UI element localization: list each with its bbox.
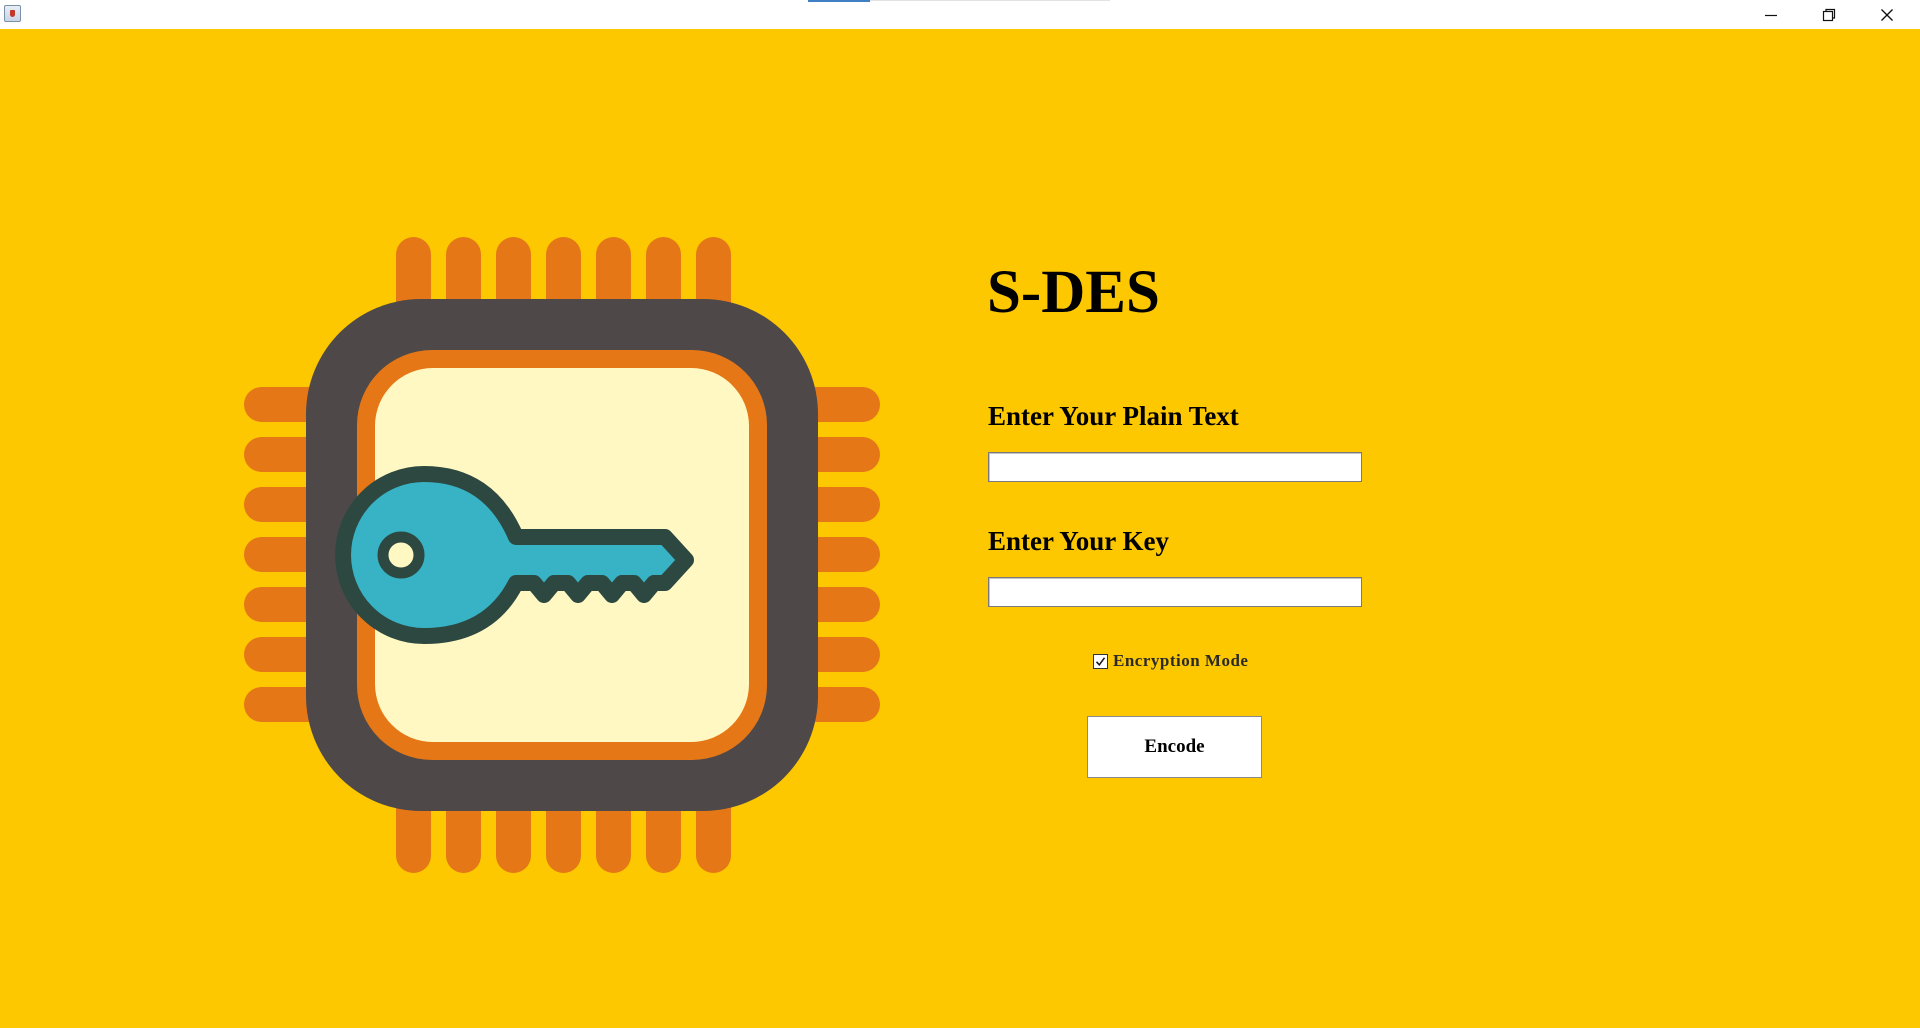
title-focus-indicator	[808, 0, 870, 2]
minimize-icon	[1765, 14, 1777, 16]
plain-text-input[interactable]	[988, 452, 1362, 482]
app-window: S-DES Enter Your Plain Text Enter Your K…	[0, 0, 1920, 1030]
encryption-mode-label: Encryption Mode	[1113, 651, 1249, 670]
encryption-mode-checkbox[interactable]	[1093, 653, 1108, 669]
main-panel: S-DES Enter Your Plain Text Enter Your K…	[0, 29, 1920, 1028]
restore-icon	[1822, 8, 1836, 21]
close-button[interactable]	[1858, 0, 1916, 29]
restore-button[interactable]	[1800, 0, 1858, 29]
key-input[interactable]	[988, 577, 1362, 607]
java-app-icon[interactable]	[4, 5, 21, 22]
key-label: Enter Your Key	[988, 526, 1169, 556]
encode-button[interactable]: Encode	[1087, 716, 1262, 778]
close-icon	[1881, 8, 1893, 21]
checkmark-icon	[1095, 656, 1106, 666]
title-bar[interactable]	[0, 0, 1920, 29]
encryption-mode-option[interactable]: Encryption Mode	[1093, 651, 1248, 671]
plain-text-label: Enter Your Plain Text	[988, 401, 1239, 431]
app-title: S-DES	[987, 259, 1160, 326]
chip-key-icon	[244, 237, 880, 873]
minimize-button[interactable]	[1742, 0, 1800, 29]
